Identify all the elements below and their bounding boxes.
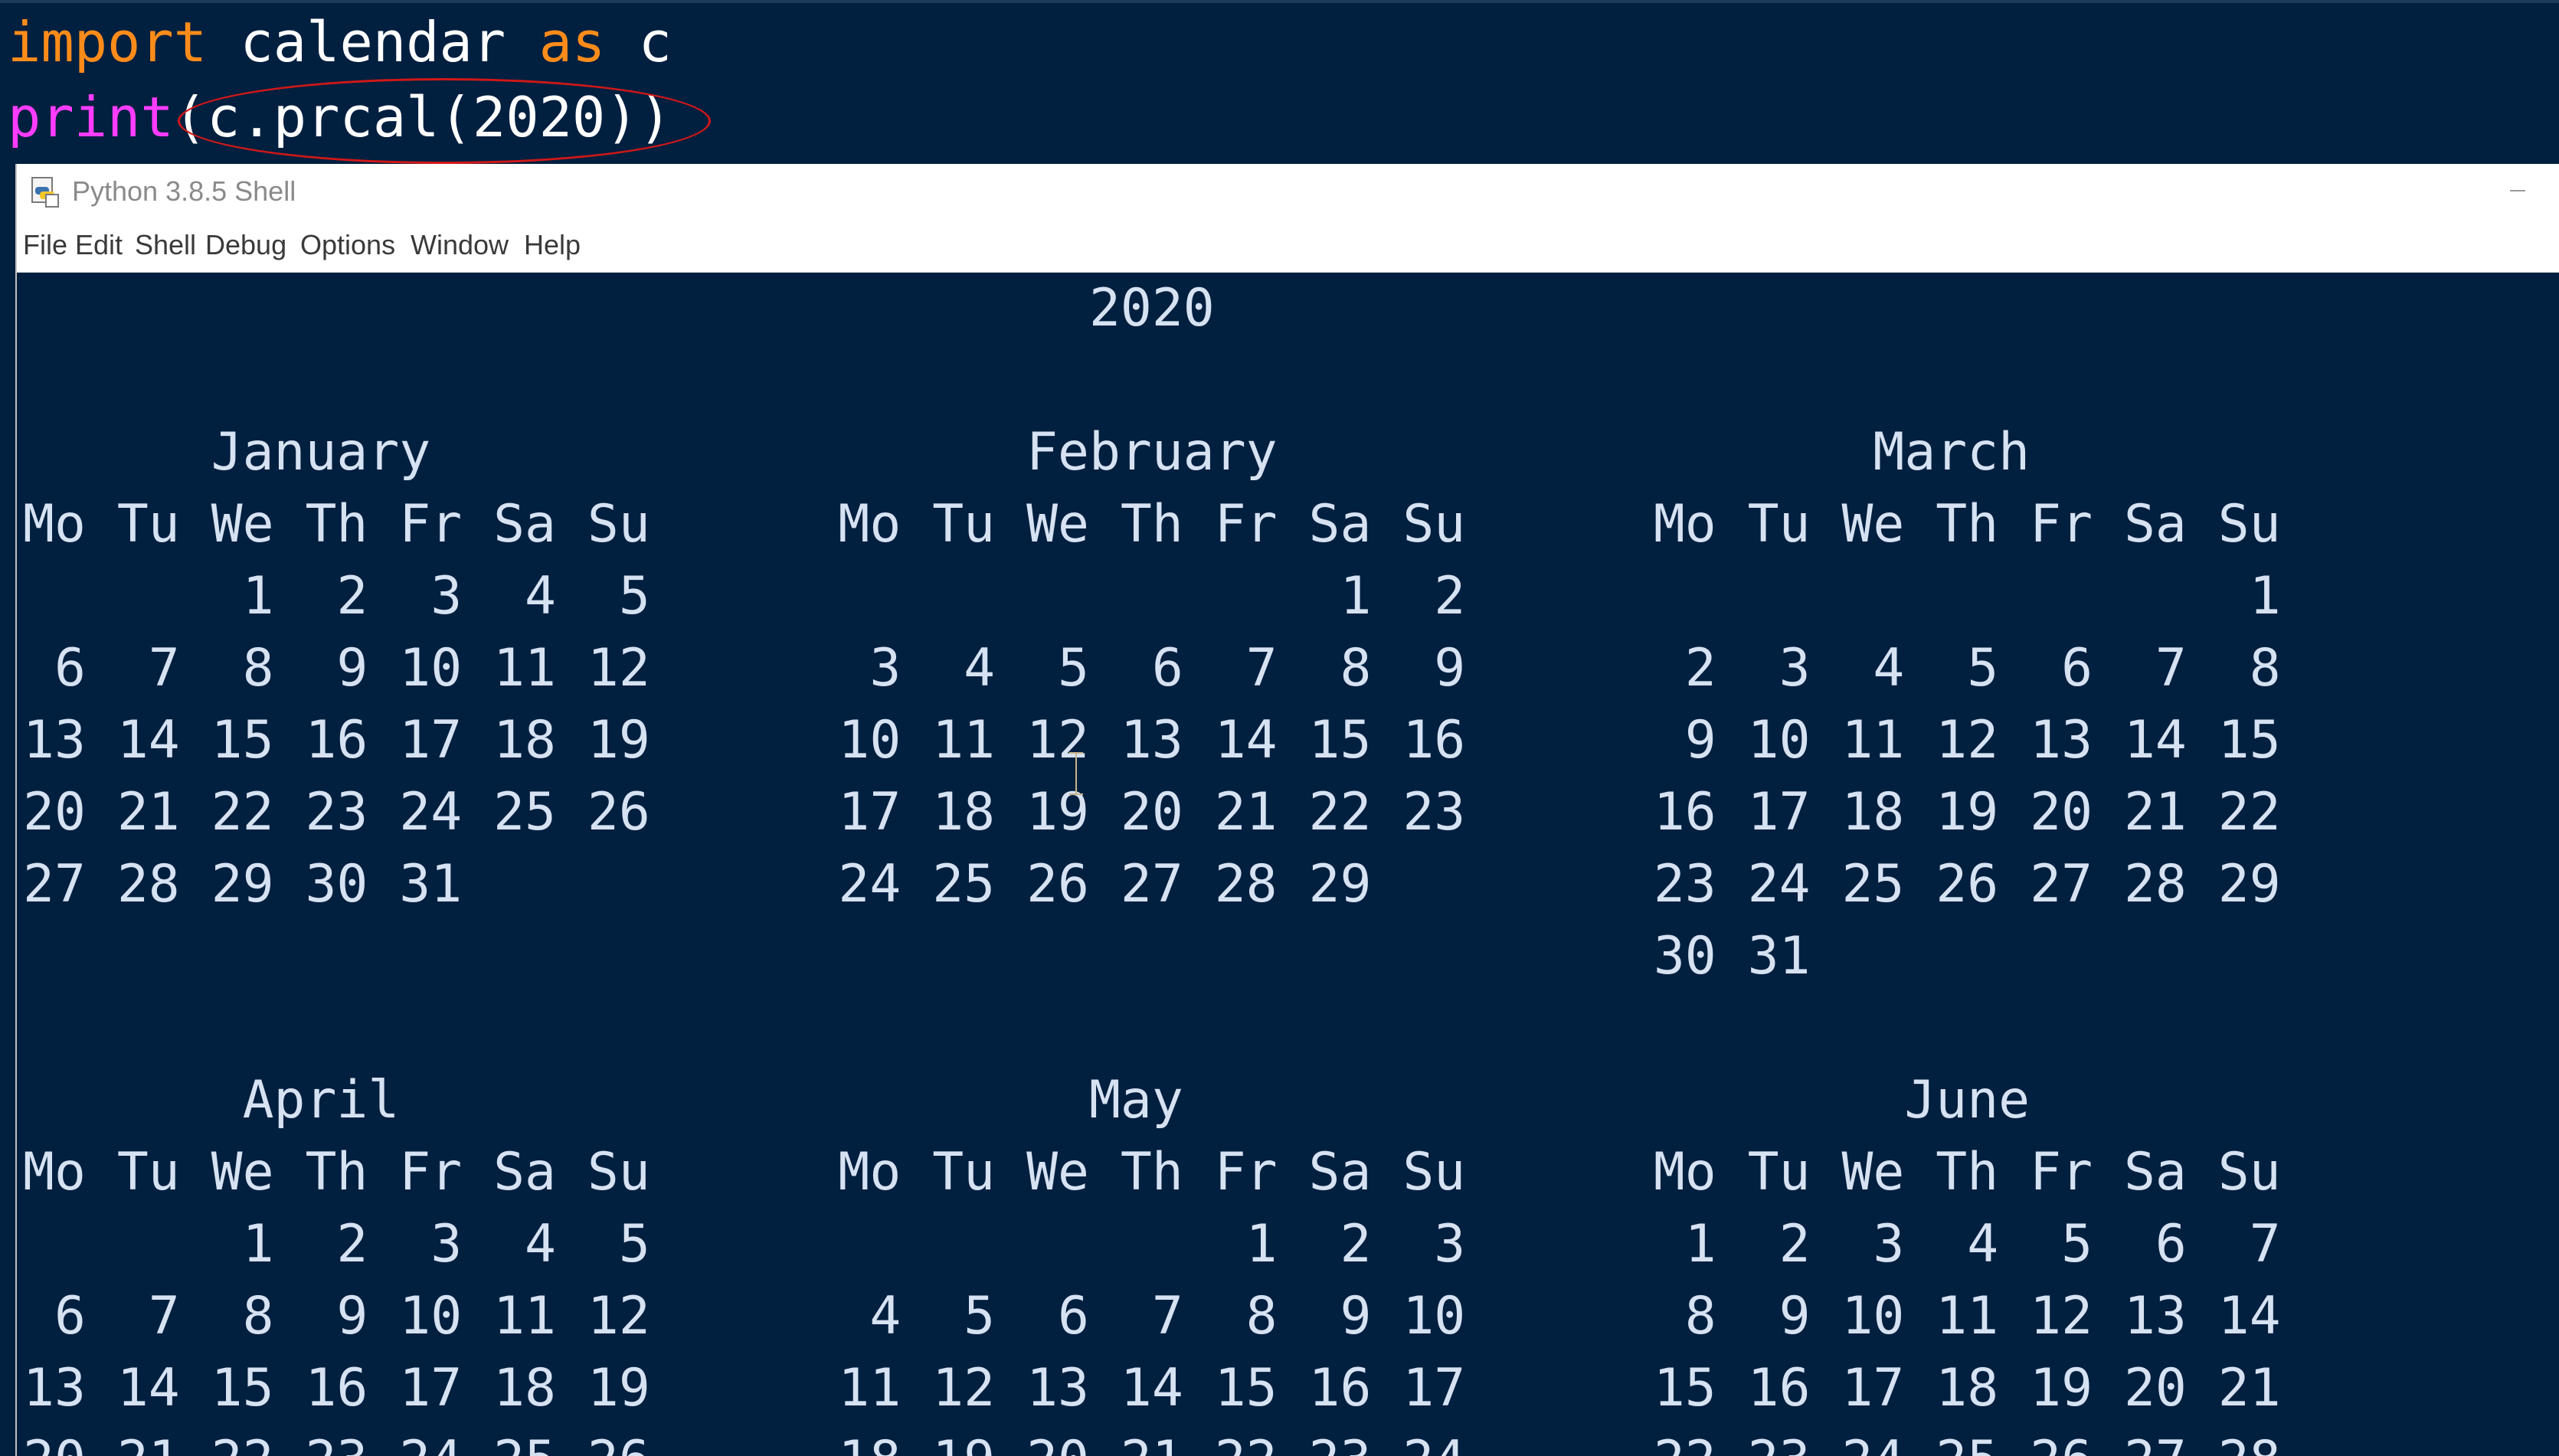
menu-options[interactable]: Options xyxy=(300,228,395,262)
code-editor[interactable]: import calendar as c print(c.prcal(2020)… xyxy=(0,0,2559,164)
module-name: calendar xyxy=(207,10,539,74)
output-line: January February March xyxy=(23,422,2031,483)
minimize-button[interactable] xyxy=(2502,175,2533,205)
output-line: 1 2 3 4 5 1 2 1 xyxy=(23,566,2281,627)
menu-debug[interactable]: Debug xyxy=(205,228,286,262)
menu-help[interactable]: Help xyxy=(524,228,581,262)
module-alias: c xyxy=(605,10,672,74)
keyword-print: print xyxy=(8,85,174,149)
output-line: April May June xyxy=(23,1070,2031,1130)
shell-output[interactable]: 2020 January February March Mo Tu We Th … xyxy=(17,273,2559,1456)
keyword-import: import xyxy=(8,10,208,74)
menu-edit[interactable]: Edit xyxy=(75,228,123,262)
python-shell-window[interactable]: Python 3.8.5 Shell File Edit Shell Debug… xyxy=(15,164,2559,1456)
output-line: 13 14 15 16 17 18 19 11 12 13 14 15 16 1… xyxy=(23,1358,2281,1418)
output-line: 20 21 22 23 24 25 26 18 19 20 21 22 23 2… xyxy=(23,1425,2281,1456)
window-title: Python 3.8.5 Shell xyxy=(72,175,296,207)
menu-window[interactable]: Window xyxy=(411,228,509,262)
menu-bar: File Edit Shell Debug Options Window Hel… xyxy=(17,219,2559,273)
menu-shell[interactable]: Shell xyxy=(135,228,196,262)
output-line: 13 14 15 16 17 18 19 10 11 12 13 14 15 1… xyxy=(23,710,2281,771)
output-line: 6 7 8 9 10 11 12 4 5 6 7 8 9 10 8 9 10 1… xyxy=(23,1286,2281,1346)
title-bar[interactable]: Python 3.8.5 Shell xyxy=(17,164,2559,219)
output-line: 1 2 3 4 5 1 2 3 1 2 3 4 5 6 7 xyxy=(23,1214,2281,1274)
menu-file[interactable]: File xyxy=(23,228,67,262)
output-line: Mo Tu We Th Fr Sa Su Mo Tu We Th Fr Sa S… xyxy=(23,494,2281,555)
python-icon xyxy=(31,177,59,208)
text-cursor-icon xyxy=(1067,751,1085,798)
output-line: Mo Tu We Th Fr Sa Su Mo Tu We Th Fr Sa S… xyxy=(23,1142,2281,1202)
output-line: 20 21 22 23 24 25 26 17 18 19 20 21 22 2… xyxy=(23,782,2281,843)
output-line: 27 28 29 30 31 24 25 26 27 28 29 23 24 2… xyxy=(23,854,2281,914)
annotation-ellipse xyxy=(178,78,711,164)
output-line: 30 31 xyxy=(23,926,1811,986)
keyword-as: as xyxy=(538,10,606,74)
output-line: 6 7 8 9 10 11 12 3 4 5 6 7 8 9 2 3 4 5 6… xyxy=(23,638,2281,699)
code-line-1[interactable]: import calendar as c xyxy=(8,8,672,77)
output-line: 2020 xyxy=(23,278,1215,339)
